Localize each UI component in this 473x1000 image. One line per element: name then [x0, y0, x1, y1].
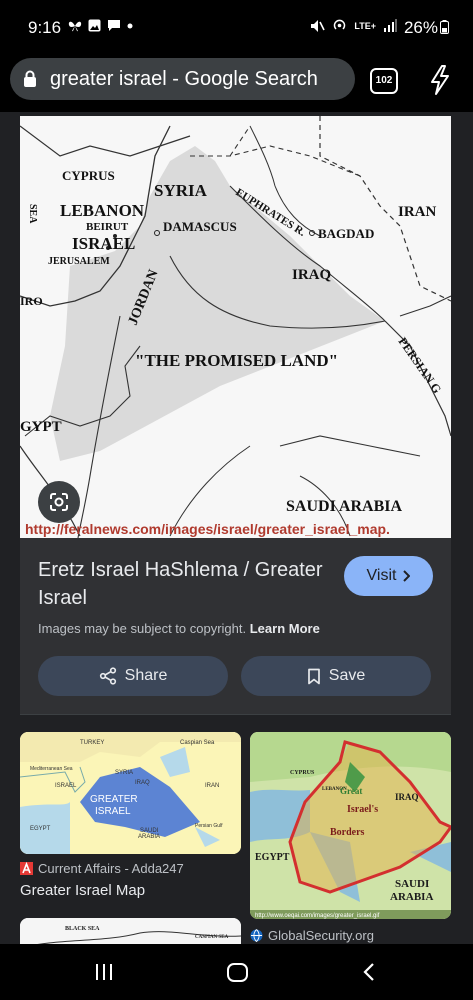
label-israel: ISRAEL — [72, 234, 135, 253]
battery-level: 26% — [403, 18, 438, 37]
label-cyprus: CYPRUS — [62, 168, 115, 183]
share-icon — [99, 667, 116, 685]
system-icons: LTE+ — [310, 18, 397, 33]
related-source-1[interactable]: Current Affairs - Adda247 — [20, 861, 184, 876]
chevron-right-icon — [403, 570, 411, 582]
status-bar: 9:16 LTE+ 26% — [0, 0, 473, 52]
source-name: Current Affairs - Adda247 — [38, 861, 184, 876]
label-egypt: GYPT — [20, 419, 62, 435]
label-iraq-gs: IRAQ — [395, 792, 419, 802]
label-gulf-small: Persian Gulf — [195, 823, 223, 829]
label-syria: SYRIA — [154, 181, 208, 200]
visit-label: Visit — [366, 567, 397, 584]
butterfly-icon — [68, 21, 82, 31]
system-nav-bar — [0, 944, 473, 1000]
copyright-notice: Images may be subject to copyright. Lear… — [38, 621, 320, 636]
tab-count: 102 — [375, 75, 393, 86]
more-notifications-icon — [127, 23, 133, 28]
battery-icon — [440, 20, 449, 34]
label-syria-small: SYRIA — [115, 770, 133, 776]
hotspot-icon — [334, 19, 346, 30]
label-iran-small: IRAN — [205, 783, 219, 789]
related-map-2: Israel's Borders EGYPT SAUDI ARABIA IRAQ… — [250, 732, 451, 919]
label-egypt-small: EGYPT — [30, 826, 51, 832]
share-button[interactable]: Share — [38, 656, 228, 696]
image-url-gs: http://www.oeqai.com/images/greater_isra… — [255, 913, 380, 919]
google-lens-button[interactable] — [38, 481, 80, 523]
greater-israel-map: CYPRUS LEBANON BEIRUT ISRAEL JERUSALEM S… — [20, 116, 451, 538]
label-saudi-gs: SAUDI — [395, 878, 429, 890]
learn-more-link[interactable]: Learn More — [250, 621, 320, 636]
result-info-panel: Eretz Israel HaShlema / Greater Israel V… — [20, 538, 451, 714]
label-cyprus-gs: CYPRUS — [290, 770, 315, 776]
label-black-sea: BLACK SEA — [65, 926, 100, 932]
save-label: Save — [328, 667, 366, 684]
related-title-1[interactable]: Greater Israel Map — [20, 882, 145, 899]
source-name: GlobalSecurity.org — [268, 928, 374, 943]
adda247-logo-icon — [20, 862, 33, 875]
label-bagdad: BAGDAD — [318, 226, 374, 241]
home-button[interactable] — [227, 963, 248, 982]
network-type: LTE+ — [354, 20, 376, 31]
back-icon[interactable] — [362, 962, 376, 982]
signal-icon — [384, 19, 397, 32]
related-image-3[interactable]: BLACK SEA CASPIAN SEA — [20, 918, 241, 944]
browser-toolbar: greater israel - Google Search 102 — [0, 52, 473, 112]
save-button[interactable]: Save — [241, 656, 431, 696]
label-iran: IRAN — [398, 204, 437, 220]
label-lebanon: LEBANON — [60, 201, 145, 220]
share-label: Share — [124, 667, 168, 684]
visit-button[interactable]: Visit — [344, 556, 433, 596]
label-caspian-sea: CASPIAN SEA — [195, 935, 229, 940]
status-time: 9:16 — [28, 18, 62, 37]
bookmark-icon — [307, 668, 320, 684]
address-bar[interactable]: greater israel - Google Search — [10, 58, 355, 100]
copyright-text: Images may be subject to copyright. — [38, 621, 247, 636]
notification-icons — [68, 19, 133, 32]
label-egypt-gs: EGYPT — [255, 852, 290, 863]
tab-switcher-button[interactable]: 102 — [370, 68, 398, 94]
label-caspian: Caspian Sea — [180, 740, 215, 746]
label-promised-land: "THE PROMISED LAND" — [135, 351, 338, 370]
recent-apps-button[interactable] — [96, 964, 112, 980]
label-mediterranean: Mediterranean Sea — [30, 766, 73, 772]
label-damascus: DAMASCUS — [163, 219, 237, 234]
label-borders: Borders — [330, 827, 365, 838]
label-beirut: BEIRUT — [86, 221, 129, 233]
related-map-3: BLACK SEA CASPIAN SEA — [20, 918, 241, 944]
label-arabia-gs: ARABIA — [390, 891, 433, 903]
lens-icon — [50, 493, 68, 511]
related-source-2[interactable]: GlobalSecurity.org — [250, 928, 374, 943]
label-israel-small: ISRAEL — [55, 783, 77, 789]
url-text: greater israel - Google Search — [50, 68, 318, 90]
related-map-1: TURKEY Caspian Sea Mediterranean Sea SYR… — [20, 732, 241, 854]
lightning-icon[interactable] — [428, 64, 452, 96]
battery-percent: 26% — [404, 18, 449, 38]
gallery-icon — [88, 19, 101, 32]
label-persian-gulf: PERSIAN G — [396, 335, 445, 396]
label-saudi-arabia: SAUDI ARABIA — [286, 498, 402, 515]
globalsecurity-logo-icon — [250, 929, 263, 942]
label-israels: Israel's — [347, 804, 378, 815]
label-cairo: IRO — [20, 294, 43, 308]
related-image-2[interactable]: Israel's Borders EGYPT SAUDI ARABIA IRAQ… — [250, 732, 451, 919]
label-greater: GREATER — [90, 794, 138, 805]
chat-icon — [108, 20, 120, 31]
search-result-page: CYPRUS LEBANON BEIRUT ISRAEL JERUSALEM S… — [0, 112, 473, 944]
label-turkey: TURKEY — [80, 740, 104, 746]
label-iraq-small: IRAQ — [135, 780, 150, 786]
label-jerusalem: JERUSALEM — [48, 256, 110, 267]
section-divider — [20, 714, 451, 715]
image-source-url: http://feralnews.com/images/israel/great… — [25, 521, 390, 537]
lock-icon — [24, 70, 36, 87]
label-great-gs: Great — [340, 786, 362, 796]
label-sea: SEA — [27, 204, 38, 224]
label-iraq: IRAQ — [292, 267, 332, 283]
result-title[interactable]: Eretz Israel HaShlema / Greater Israel — [38, 556, 338, 612]
main-result-image[interactable]: CYPRUS LEBANON BEIRUT ISRAEL JERUSALEM S… — [20, 116, 451, 538]
mute-icon — [311, 19, 326, 32]
label-israel-overlay: ISRAEL — [95, 806, 131, 817]
label-arabia-small: ARABIA — [138, 834, 160, 840]
related-image-1[interactable]: TURKEY Caspian Sea Mediterranean Sea SYR… — [20, 732, 241, 854]
